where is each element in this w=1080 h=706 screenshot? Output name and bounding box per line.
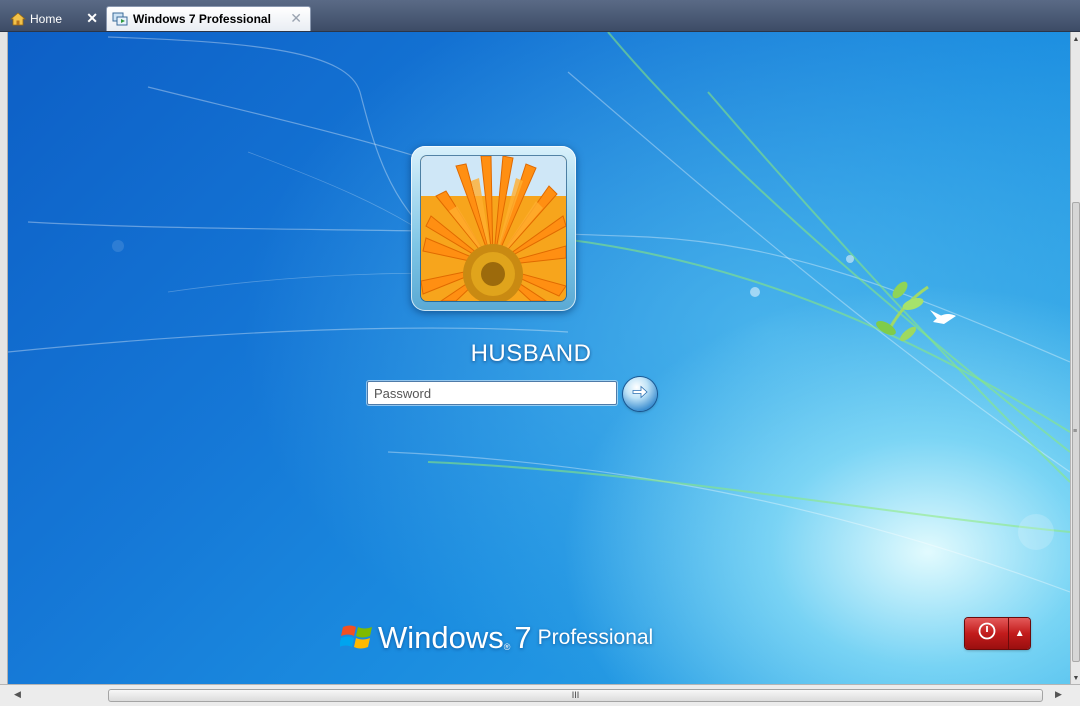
tab-windows7-vm[interactable]: Windows 7 Professional ✕ (106, 6, 311, 31)
horizontal-scrollbar[interactable]: ◀ III ▶ (0, 684, 1080, 706)
vertical-scrollbar[interactable]: ▲ ≡ ▼ (1070, 32, 1080, 684)
tab-home[interactable]: Home ✕ (6, 6, 102, 31)
username-label: HUSBAND (470, 340, 592, 367)
arrow-right-icon (630, 382, 650, 407)
scroll-right-icon[interactable]: ▶ (1055, 689, 1062, 700)
left-frame-border (0, 32, 8, 684)
scroll-left-icon[interactable]: ◀ (14, 689, 21, 700)
flower-avatar-image (421, 156, 566, 301)
edition-label: Professional (537, 626, 654, 649)
shutdown-options-button[interactable]: ▲ (1009, 618, 1030, 649)
windows-wordmark: Windows (378, 620, 504, 655)
user-avatar-frame[interactable] (411, 146, 576, 311)
windows-branding: Windows ® 7 Professional (339, 616, 654, 656)
tab-bar: Home ✕ Windows 7 Professional ✕ (0, 0, 1080, 32)
vm-icon (112, 11, 128, 27)
home-icon (9, 11, 27, 27)
scroll-down-icon[interactable]: ▼ (1071, 675, 1080, 682)
triangle-up-icon: ▲ (1014, 628, 1025, 639)
password-field[interactable] (367, 381, 617, 405)
scroll-grip-icon: ≡ (1073, 428, 1078, 435)
windows-login-screen: HUSBAND Windows ® 7 Professional ▲ (8, 32, 1070, 684)
close-icon[interactable]: ✕ (86, 10, 98, 27)
registered-mark: ® (503, 642, 511, 652)
tab-home-label: Home (30, 11, 63, 26)
avatar (421, 156, 566, 301)
login-submit-button[interactable] (623, 377, 657, 411)
shutdown-button-group: ▲ (965, 618, 1030, 649)
tab-vm-label: Windows 7 Professional (133, 12, 271, 26)
version-number: 7 (514, 620, 532, 655)
shutdown-button[interactable] (965, 618, 1010, 649)
scroll-grip-label: III (571, 690, 580, 700)
close-icon[interactable]: ✕ (290, 10, 302, 27)
windows-flag-icon (339, 623, 374, 651)
power-icon (978, 622, 996, 645)
horizontal-scroll-thumb[interactable]: III (108, 689, 1043, 702)
scroll-up-icon[interactable]: ▲ (1071, 36, 1080, 43)
